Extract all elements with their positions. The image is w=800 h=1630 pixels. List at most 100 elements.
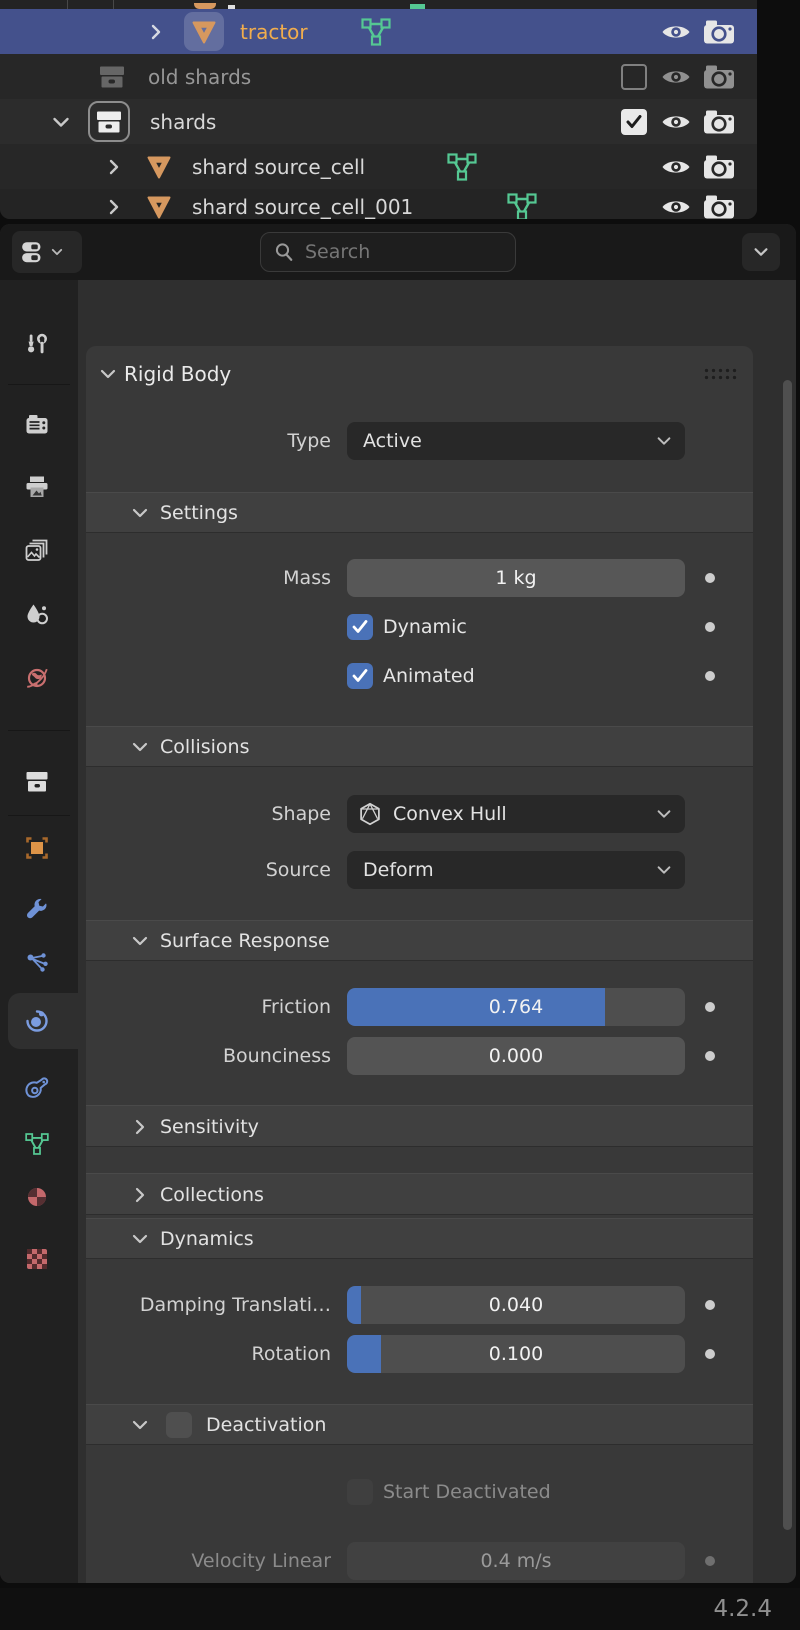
camera-icon[interactable] (702, 194, 736, 219)
expand-arrow-icon[interactable] (104, 157, 124, 177)
dynamic-label[interactable]: Dynamic (383, 608, 467, 646)
decorator-dot[interactable] (705, 1556, 715, 1566)
outliner-item-label[interactable]: tractor (240, 20, 308, 44)
bounciness-slider[interactable]: 0.000 (347, 1037, 685, 1075)
expand-arrow-icon[interactable] (146, 22, 166, 42)
decorator-dot[interactable] (705, 622, 715, 632)
panel-drag-handle[interactable] (703, 367, 737, 380)
tab-scene[interactable] (24, 602, 50, 628)
exclude-checkbox[interactable] (621, 108, 647, 135)
sensitivity-subpanel-header[interactable]: Sensitivity (86, 1105, 753, 1147)
friction-value: 0.764 (488, 996, 544, 1018)
decorator-dot[interactable] (705, 1349, 715, 1359)
eye-icon[interactable] (660, 110, 692, 134)
camera-icon[interactable] (702, 18, 736, 45)
search-input[interactable] (305, 241, 490, 263)
outliner-row-old-shards[interactable]: old shards (0, 54, 757, 99)
tab-object[interactable] (24, 835, 50, 861)
tab-modifiers[interactable] (24, 897, 50, 923)
bounciness-label: Bounciness (223, 1045, 331, 1067)
dynamics-subpanel-header[interactable]: Dynamics (86, 1218, 753, 1259)
tab-material[interactable] (24, 1184, 50, 1210)
outliner-row-shards[interactable]: shards (0, 99, 757, 144)
chevron-down-icon (655, 861, 673, 879)
chevron-down-icon (655, 432, 673, 450)
collisions-subpanel-header[interactable]: Collisions (86, 726, 753, 767)
decorator-dot[interactable] (705, 573, 715, 583)
subpanel-title: Deactivation (206, 1414, 327, 1436)
tab-physics[interactable] (24, 1008, 50, 1034)
chevron-down-icon[interactable] (130, 503, 150, 523)
mass-field[interactable]: 1 kg (347, 559, 685, 597)
header-options-button[interactable] (742, 233, 780, 271)
deactivation-subpanel-header[interactable]: Deactivation (86, 1404, 753, 1445)
surface-response-subpanel-header[interactable]: Surface Response (86, 920, 753, 961)
editor-type-button[interactable] (12, 231, 82, 273)
shape-dropdown[interactable]: Convex Hull (347, 795, 685, 833)
type-value: Active (363, 430, 422, 452)
friction-slider[interactable]: 0.764 (347, 988, 685, 1026)
subpanel-title: Sensitivity (160, 1116, 259, 1138)
outliner-item-label[interactable]: shard source_cell_001 (192, 195, 413, 219)
type-dropdown[interactable]: Active (347, 422, 685, 460)
start-deactivated-checkbox[interactable] (347, 1479, 373, 1505)
properties-main: Rigid Body Type Active Settings Mass 1 k… (78, 280, 796, 1583)
animated-row: Animated (86, 657, 753, 695)
deactivation-checkbox[interactable] (166, 1412, 192, 1438)
dynamic-checkbox[interactable] (347, 614, 373, 640)
chevron-right-icon[interactable] (130, 1185, 150, 1205)
search-box[interactable] (260, 232, 516, 272)
shape-value: Convex Hull (393, 803, 507, 825)
source-dropdown[interactable]: Deform (347, 851, 685, 889)
outliner-row-shard-source-cell-001[interactable]: shard source_cell_001 (0, 189, 757, 219)
chevron-down-icon[interactable] (98, 364, 118, 384)
eye-icon[interactable] (660, 195, 692, 219)
tab-render[interactable] (24, 412, 50, 438)
decorator-dot[interactable] (705, 1051, 715, 1061)
scrollbar[interactable] (783, 380, 792, 1530)
camera-icon[interactable] (702, 63, 736, 90)
exclude-checkbox[interactable] (621, 63, 647, 90)
tab-output[interactable] (24, 474, 50, 500)
decorator-dot[interactable] (705, 671, 715, 681)
chevron-down-icon[interactable] (130, 1415, 150, 1435)
outliner-item-label[interactable]: shards (150, 110, 216, 134)
start-deactivated-label[interactable]: Start Deactivated (383, 1473, 551, 1511)
tab-world[interactable] (24, 665, 50, 691)
panel-title: Rigid Body (124, 362, 232, 386)
decorator-dot[interactable] (705, 1002, 715, 1012)
camera-icon[interactable] (702, 108, 736, 135)
camera-icon[interactable] (702, 153, 736, 180)
expand-arrow-icon[interactable] (104, 197, 124, 217)
animated-label[interactable]: Animated (383, 657, 475, 695)
outliner-row-tractor[interactable]: tractor (0, 9, 757, 54)
tab-tool[interactable] (24, 332, 50, 358)
damping-translation-slider[interactable]: 0.040 (347, 1286, 685, 1324)
settings-subpanel-header[interactable]: Settings (86, 492, 753, 533)
outliner-item-label[interactable]: shard source_cell (192, 155, 365, 179)
tab-object-data[interactable] (24, 1131, 50, 1157)
tab-texture[interactable] (24, 1246, 50, 1272)
tab-constraints[interactable] (24, 1075, 50, 1101)
eye-icon[interactable] (660, 65, 692, 89)
rigid-body-panel-header[interactable]: Rigid Body (86, 354, 753, 394)
velocity-linear-field[interactable]: 0.4 m/s (347, 1542, 685, 1580)
animated-checkbox[interactable] (347, 663, 373, 689)
tab-view-layer[interactable] (24, 537, 50, 563)
chevron-down-icon[interactable] (130, 1229, 150, 1249)
eye-icon[interactable] (660, 155, 692, 179)
chevron-down-icon[interactable] (130, 931, 150, 951)
outliner-item-label[interactable]: old shards (148, 65, 251, 89)
chevron-right-icon[interactable] (130, 1117, 150, 1137)
outliner-row-partial[interactable] (0, 0, 757, 9)
chevron-down-icon[interactable] (130, 737, 150, 757)
damping-rotation-row: Rotation 0.100 (86, 1335, 753, 1373)
tab-particles[interactable] (24, 950, 50, 976)
decorator-dot[interactable] (705, 1300, 715, 1310)
tab-collection[interactable] (24, 769, 50, 795)
collections-subpanel-header[interactable]: Collections (86, 1173, 753, 1215)
eye-icon[interactable] (660, 20, 692, 44)
outliner-row-shard-source-cell[interactable]: shard source_cell (0, 144, 757, 189)
damping-rotation-slider[interactable]: 0.100 (347, 1335, 685, 1373)
collapse-arrow-icon[interactable] (50, 111, 72, 133)
